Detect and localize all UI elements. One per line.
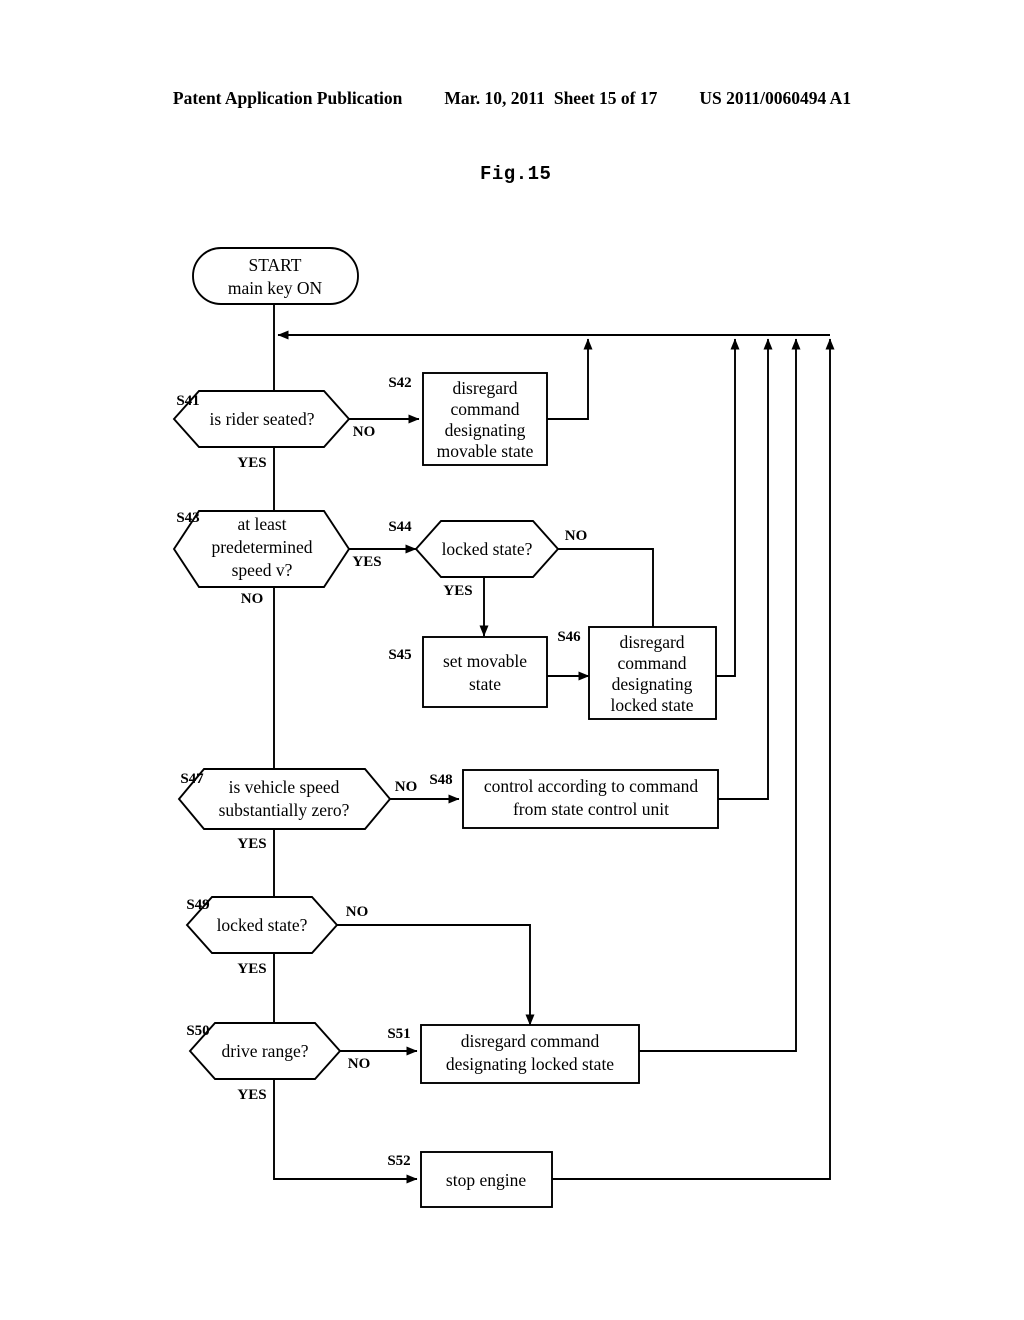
step-s44-line-1: locked state? [442,539,533,559]
step-s52-tag: S52 [387,1153,410,1169]
step-s52-line-1: stop engine [446,1170,526,1190]
step-s45-line-1: set movable [443,651,527,671]
connector-s48-to-return [718,338,773,800]
step-s43-line-3: speed v? [232,560,293,580]
step-s47-line-2: substantially zero? [219,800,350,820]
step-s46-line-4: locked state [610,695,693,715]
step-s42-line-1: disregard [452,378,517,398]
step-s47-line-1: is vehicle speed [229,777,340,797]
step-s44-tag: S44 [388,519,412,535]
connector-s49-no-to-s51 [337,924,535,1026]
step-s44-yes-label: YES [443,583,472,599]
step-s43-yes-label: YES [352,554,381,570]
step-s50-yes-label: YES [237,1087,266,1103]
step-s50-no-label: NO [348,1056,371,1072]
step-s49-no-label: NO [346,904,369,920]
step-s43-line-1: at least [237,514,286,534]
step-s47-no-label: NO [395,779,418,795]
step-s42-line-2: command [450,399,519,419]
step-s45-tag: S45 [388,647,411,663]
step-s45-shape [422,636,548,708]
step-s41-yes-label: YES [237,455,266,471]
step-s46-line-1: disregard [619,632,684,652]
step-s42-tag: S42 [388,375,411,391]
step-s50-tag: S50 [186,1023,209,1039]
step-s44-no-label: NO [565,528,588,544]
start-line-2: main key ON [228,278,323,298]
step-s43-tag: S43 [176,510,199,526]
step-s47-yes-label: YES [237,836,266,852]
step-s46-line-2: command [617,653,686,673]
connector-s42-to-return [547,338,593,420]
step-s41-line-1: is rider seated? [210,409,315,429]
step-s48-line-1: control according to command [484,776,699,796]
connector-s46-to-return [716,338,740,677]
step-s41-tag: S41 [176,393,199,409]
step-s50-line-1: drive range? [222,1041,309,1061]
step-s46-tag: S46 [557,629,581,645]
step-s49-yes-label: YES [237,961,266,977]
step-s41-no-label: NO [353,424,376,440]
step-s47-tag: S47 [180,771,204,787]
patent-sheet: Patent Application Publication Mar. 10, … [0,0,1024,1320]
step-s51-line-1: disregard command [461,1031,600,1051]
step-s51-tag: S51 [387,1026,410,1042]
step-s49-tag: S49 [186,897,209,913]
connector-s44-no-to-s46 [558,548,654,627]
step-s42-line-3: designating [445,420,526,440]
start-line-1: START [249,255,302,275]
step-s43-line-2: predetermined [211,537,312,557]
step-s48-line-2: from state control unit [513,799,669,819]
step-s46-line-3: designating [612,674,693,694]
step-s51-line-2: designating locked state [446,1054,614,1074]
step-s42-line-4: movable state [437,441,534,461]
step-s49-line-1: locked state? [217,915,308,935]
step-s43-no-label: NO [241,591,264,607]
step-s48-tag: S48 [429,772,452,788]
flowchart-diagram: START main key ON is rider seated? S41 N… [172,247,835,1208]
step-s45-line-2: state [469,674,501,694]
